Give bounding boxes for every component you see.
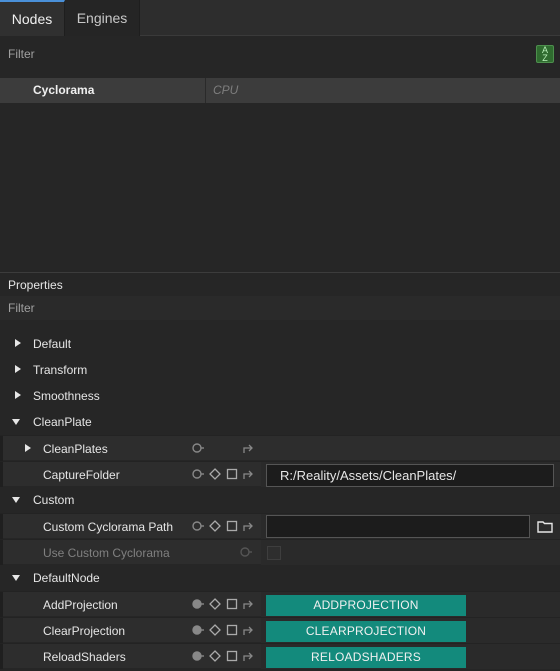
property-capturefolder[interactable]: CaptureFolder R:/Reality/Assets/CleanPla… xyxy=(0,461,560,487)
export-icon[interactable] xyxy=(243,650,255,662)
indent-guide xyxy=(0,514,3,539)
square-icon[interactable] xyxy=(226,520,238,532)
property-label: ClearProjection xyxy=(43,624,126,638)
indent-guide xyxy=(0,436,3,461)
collapse-arrow-icon[interactable] xyxy=(12,497,20,503)
link-filled-icon[interactable] xyxy=(192,624,204,636)
property-label: ReloadShaders xyxy=(43,650,126,664)
link-filled-icon[interactable] xyxy=(192,598,204,610)
keyframe-icon[interactable] xyxy=(209,624,221,636)
panel-divider xyxy=(0,272,560,273)
tab-nodes[interactable]: Nodes xyxy=(0,0,65,36)
link-icon[interactable] xyxy=(192,468,204,480)
category-label: DefaultNode xyxy=(33,571,100,585)
category-transform[interactable]: Transform xyxy=(0,357,560,382)
tab-bar: Nodes Engines xyxy=(0,0,560,36)
property-clearprojection[interactable]: ClearProjection CLEARPROJECTION xyxy=(0,617,560,643)
properties-title: Properties xyxy=(8,278,63,292)
indent-guide xyxy=(0,644,3,669)
property-label: CleanPlates xyxy=(43,442,108,456)
category-custom[interactable]: Custom xyxy=(0,487,560,512)
square-icon[interactable] xyxy=(226,650,238,662)
value-column xyxy=(261,540,560,565)
property-addprojection[interactable]: AddProjection ADDPROJECTION xyxy=(0,591,560,617)
node-row[interactable]: Cyclorama CPU xyxy=(0,78,560,103)
category-label: Custom xyxy=(33,493,75,507)
sort-bottom-letter: Z xyxy=(542,53,548,63)
export-icon[interactable] xyxy=(243,624,255,636)
expand-arrow-icon[interactable] xyxy=(25,444,31,452)
expand-arrow-icon[interactable] xyxy=(15,365,21,373)
link-icon[interactable] xyxy=(192,442,204,454)
square-icon[interactable] xyxy=(226,468,238,480)
category-label: Default xyxy=(33,337,72,351)
category-defaultnode[interactable]: DefaultNode xyxy=(0,565,560,590)
category-smoothness[interactable]: Smoothness xyxy=(0,383,560,408)
indent-guide xyxy=(0,462,3,487)
tab-engines[interactable]: Engines xyxy=(65,0,140,36)
node-name: Cyclorama xyxy=(33,83,95,97)
nodes-filter-input[interactable]: Filter xyxy=(0,38,530,70)
link-icon[interactable] xyxy=(192,520,204,532)
expand-arrow-icon[interactable] xyxy=(15,391,21,399)
property-label: CaptureFolder xyxy=(43,468,120,482)
collapse-arrow-icon[interactable] xyxy=(12,419,20,425)
category-label: Smoothness xyxy=(33,389,100,403)
properties-filter-input[interactable]: Filter xyxy=(0,296,560,320)
reload-shaders-button[interactable]: RELOADSHADERS xyxy=(266,647,466,668)
collapse-arrow-icon[interactable] xyxy=(12,575,20,581)
export-icon[interactable] xyxy=(243,520,255,532)
square-icon[interactable] xyxy=(226,598,238,610)
property-label: Custom Cyclorama Path xyxy=(43,520,174,534)
property-custom-cyclorama-path[interactable]: Custom Cyclorama Path xyxy=(0,513,560,539)
folder-icon[interactable] xyxy=(537,520,553,533)
keyframe-icon[interactable] xyxy=(209,468,221,480)
custom-cyclorama-path-field[interactable] xyxy=(266,515,530,538)
indent-guide xyxy=(0,592,3,617)
sort-az-icon[interactable]: A Z xyxy=(536,45,554,63)
property-cleanplates[interactable]: CleanPlates xyxy=(0,435,560,461)
property-reloadshaders[interactable]: ReloadShaders RELOADSHADERS xyxy=(0,643,560,669)
keyframe-icon[interactable] xyxy=(209,520,221,532)
add-projection-button[interactable]: ADDPROJECTION xyxy=(266,595,466,616)
property-label: AddProjection xyxy=(43,598,118,612)
property-use-custom-cyclorama[interactable]: Use Custom Cyclorama xyxy=(0,539,560,565)
category-label: Transform xyxy=(33,363,88,377)
category-label: CleanPlate xyxy=(33,415,92,429)
square-icon[interactable] xyxy=(226,624,238,636)
expand-arrow-icon[interactable] xyxy=(15,339,21,347)
link-icon[interactable] xyxy=(240,546,252,558)
category-cleanplate[interactable]: CleanPlate xyxy=(0,409,560,434)
link-filled-icon[interactable] xyxy=(192,650,204,662)
properties-list: Default Transform Smoothness CleanPlate … xyxy=(0,331,560,671)
capture-folder-field[interactable]: R:/Reality/Assets/CleanPlates/ xyxy=(266,464,554,487)
category-default[interactable]: Default xyxy=(0,331,560,356)
keyframe-icon[interactable] xyxy=(209,650,221,662)
clear-projection-button[interactable]: CLEARPROJECTION xyxy=(266,621,466,642)
export-icon[interactable] xyxy=(243,468,255,480)
use-custom-cyclorama-checkbox[interactable] xyxy=(267,546,281,560)
keyframe-icon[interactable] xyxy=(209,598,221,610)
indent-guide xyxy=(0,540,3,565)
export-icon[interactable] xyxy=(243,598,255,610)
column-divider xyxy=(205,78,206,103)
node-device: CPU xyxy=(213,83,239,97)
export-icon[interactable] xyxy=(243,442,255,454)
property-label: Use Custom Cyclorama xyxy=(43,546,170,560)
indent-guide xyxy=(0,618,3,643)
